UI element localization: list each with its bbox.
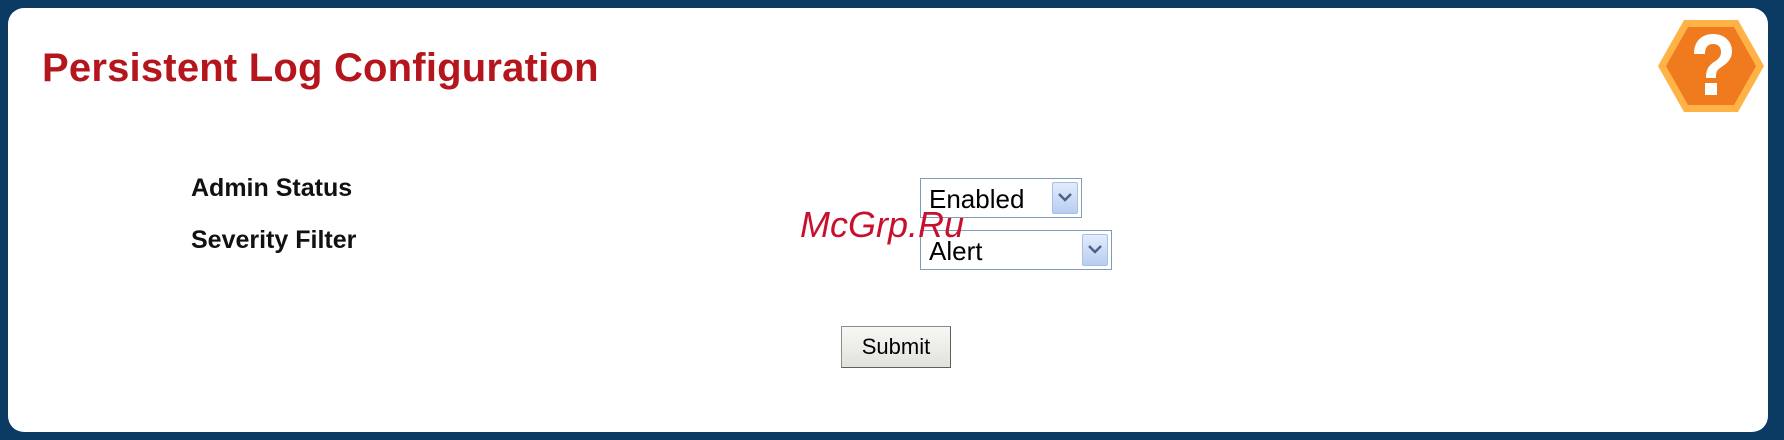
main-panel: Persistent Log Configuration Admin Statu… xyxy=(8,8,1768,432)
admin-status-label: Admin Status xyxy=(191,174,353,202)
chevron-down-icon[interactable] xyxy=(1052,182,1078,214)
severity-filter-value: Alert xyxy=(929,236,983,266)
admin-status-value: Enabled xyxy=(929,184,1025,214)
submit-button[interactable]: Submit xyxy=(841,326,951,368)
severity-filter-select[interactable]: Alert xyxy=(920,230,1112,270)
help-icon[interactable] xyxy=(1656,16,1766,116)
severity-filter-label: Severity Filter xyxy=(191,226,357,254)
admin-status-select[interactable]: Enabled xyxy=(920,178,1082,218)
chevron-down-icon[interactable] xyxy=(1082,234,1108,266)
page-title: Persistent Log Configuration xyxy=(42,46,599,90)
